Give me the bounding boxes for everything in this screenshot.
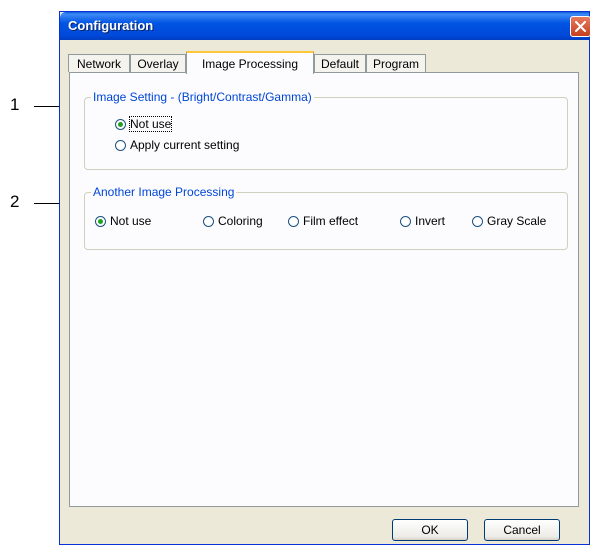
radio-icon[interactable] xyxy=(472,215,483,227)
callout-number-2: 2 xyxy=(10,192,20,211)
radio-icon[interactable] xyxy=(288,215,299,227)
cancel-button[interactable]: Cancel xyxy=(484,519,560,541)
option-label: Invert xyxy=(415,214,446,228)
gray-scale-option[interactable]: Gray Scale xyxy=(472,214,546,228)
ok-button[interactable]: OK xyxy=(392,519,468,541)
coloring-option[interactable]: Coloring xyxy=(203,214,263,228)
option-label: Not use xyxy=(128,116,173,132)
tab-network[interactable]: Network xyxy=(68,54,130,72)
image-setting-not-use-option[interactable]: Not use xyxy=(115,116,173,132)
callout-number-1: 1 xyxy=(10,95,20,114)
radio-checked-icon[interactable] xyxy=(95,215,106,227)
option-label: Apply current setting xyxy=(130,138,240,152)
image-setting-legend: Image Setting - (Bright/Contrast/Gamma) xyxy=(91,90,314,104)
invert-option[interactable]: Invert xyxy=(400,214,445,228)
image-setting-apply-current-option[interactable]: Apply current setting xyxy=(115,138,239,152)
tab-image-processing[interactable]: Image Processing xyxy=(186,51,314,74)
another-image-processing-legend: Another Image Processing xyxy=(91,185,237,199)
option-label: Gray Scale xyxy=(487,214,547,228)
radio-icon[interactable] xyxy=(203,215,214,227)
close-button[interactable] xyxy=(570,16,590,37)
configuration-dialog: Configuration Network Overlay Image Proc… xyxy=(59,11,590,545)
tab-overlay[interactable]: Overlay xyxy=(130,54,186,72)
film-effect-option[interactable]: Film effect xyxy=(288,214,358,228)
radio-checked-icon[interactable] xyxy=(115,118,126,130)
another-not-use-option[interactable]: Not use xyxy=(95,214,151,228)
option-label: Film effect xyxy=(303,214,359,228)
option-label: Not use xyxy=(110,214,152,228)
radio-icon[interactable] xyxy=(115,139,126,151)
radio-icon[interactable] xyxy=(400,215,411,227)
close-icon xyxy=(575,21,586,32)
option-label: Coloring xyxy=(218,214,263,228)
tab-program[interactable]: Program xyxy=(366,54,426,72)
another-image-processing-group: Another Image Processing Not use Colorin… xyxy=(84,185,568,250)
window-title: Configuration xyxy=(68,18,154,33)
tab-default[interactable]: Default xyxy=(314,54,366,72)
image-setting-group: Image Setting - (Bright/Contrast/Gamma) … xyxy=(84,90,568,170)
title-bar[interactable]: Configuration xyxy=(60,12,590,40)
tab-panel: Image Setting - (Bright/Contrast/Gamma) … xyxy=(69,72,579,507)
